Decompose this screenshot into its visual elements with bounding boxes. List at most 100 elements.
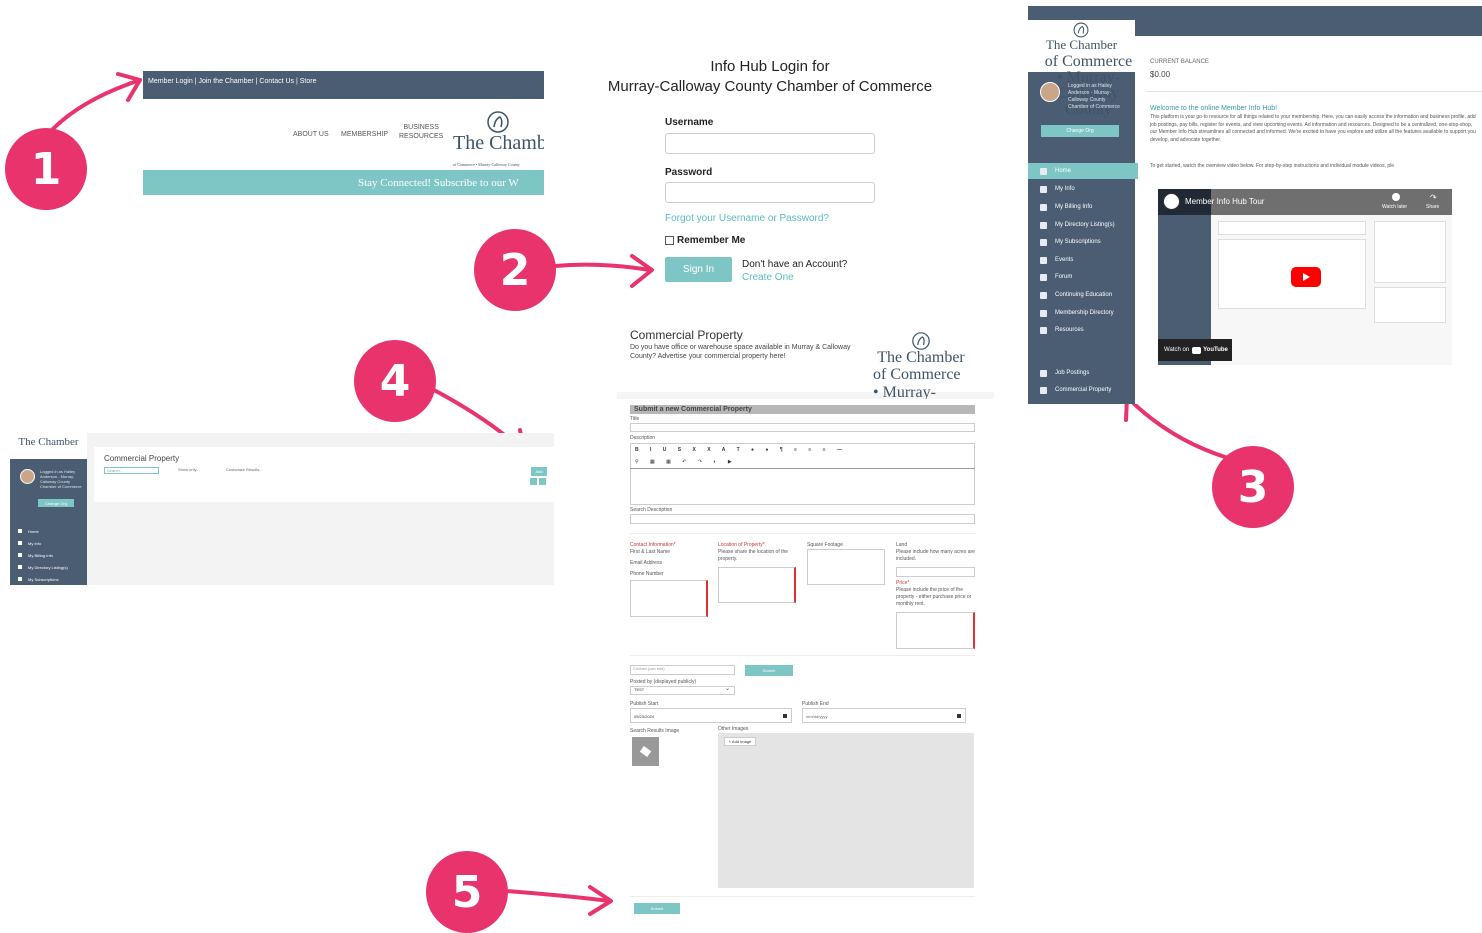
- hub-nav-my-info[interactable]: My Info: [1028, 181, 1135, 197]
- username-input[interactable]: [665, 133, 875, 154]
- youtube-logo-icon: [1192, 346, 1202, 354]
- hub-nav-events[interactable]: Events: [1028, 252, 1135, 268]
- user-icon: [1040, 185, 1047, 193]
- admin-change-org-button[interactable]: Change Org: [38, 499, 74, 507]
- customize-label: Customize Results...: [226, 467, 263, 472]
- clock-icon: [1392, 193, 1400, 201]
- comments-icon: [1040, 273, 1047, 281]
- hub-nav-membership-directory[interactable]: Membership Directory: [1028, 305, 1135, 321]
- divider: [630, 896, 975, 897]
- contact-info-textarea[interactable]: [630, 580, 708, 617]
- admin-nav-my-info[interactable]: My Info: [18, 541, 41, 546]
- square-footage-label: Square Footage: [807, 542, 843, 548]
- submit-button[interactable]: Submit: [634, 903, 680, 914]
- location-textarea[interactable]: [718, 567, 796, 603]
- hub-nav-subscriptions[interactable]: My Subscriptions: [1028, 234, 1135, 250]
- forgot-password-link[interactable]: Forgot your Username or Password?: [665, 213, 829, 224]
- watch-later-button[interactable]: Watch later: [1382, 204, 1407, 210]
- admin-nav-home[interactable]: Home: [18, 529, 39, 534]
- add-image-button[interactable]: + Add Image: [724, 737, 756, 746]
- hub-nav-resources[interactable]: Resources: [1028, 322, 1135, 338]
- hub-nav-label: My Directory Listing(s): [1055, 222, 1115, 228]
- publish-end-value: mm/dd/yyyy: [806, 714, 828, 719]
- password-input[interactable]: [665, 182, 875, 203]
- id-card-icon: [18, 565, 22, 569]
- hub-nav-home[interactable]: Home: [1028, 163, 1138, 179]
- step-1-badge: 1: [5, 128, 87, 210]
- envelope-icon: [1040, 238, 1047, 246]
- publish-end-input[interactable]: mm/dd/yyyy: [802, 708, 966, 723]
- form-intro: Do you have office or warehouse space av…: [630, 344, 851, 360]
- id-card-icon: [1040, 221, 1047, 229]
- land-input[interactable]: [896, 567, 975, 577]
- remember-checkbox[interactable]: [665, 236, 674, 245]
- posted-by-select[interactable]: TEST ⌄: [630, 686, 735, 695]
- contact-search-button[interactable]: Search: [745, 665, 793, 676]
- step-2-badge: 2: [474, 229, 556, 311]
- editor-toolbar[interactable]: B I U S X X A T ● ● ¶ ≡ ≡ ≡ —: [635, 447, 855, 453]
- password-label: Password: [665, 167, 713, 178]
- admin-nav-billing[interactable]: My Billing Info: [18, 553, 53, 558]
- create-account-link[interactable]: Create One: [742, 272, 794, 283]
- admin-logo: The Chamber: [10, 433, 87, 459]
- admin-sidebar: The Chamber Logged in as Hailey Anderson…: [10, 433, 87, 585]
- divider: [630, 655, 975, 656]
- member-info-hub: The Chamber of Commerce • Murray-Callowa…: [1028, 6, 1482, 404]
- main-nav: ABOUT US MEMBERSHIP BUSINESS RESOURCES T…: [143, 99, 544, 167]
- logo-text: The Chambe: [453, 132, 544, 154]
- hub-nav-directory[interactable]: My Directory Listing(s): [1028, 217, 1135, 233]
- no-account-text: Don't have an Account?: [742, 259, 848, 270]
- subscribe-banner[interactable]: Stay Connected! Subscribe to our W: [143, 170, 544, 195]
- certificate-icon: [1040, 291, 1047, 299]
- hub-nav-forum[interactable]: Forum: [1028, 269, 1135, 285]
- price-label: Price*: [896, 580, 910, 586]
- watch-on-youtube[interactable]: Watch on YouTube: [1158, 339, 1232, 361]
- users-icon: [1040, 309, 1047, 317]
- nav-membership[interactable]: MEMBERSHIP: [341, 131, 388, 138]
- change-org-button[interactable]: Change Org: [1041, 125, 1119, 137]
- briefcase-icon: [1040, 369, 1047, 377]
- hub-nav-billing[interactable]: My Billing Info: [1028, 199, 1135, 215]
- editor-toolbar-row2[interactable]: ⚲ ▦ ▦ ↶ ↷ ◐ ▶: [635, 459, 755, 465]
- price-textarea[interactable]: [896, 612, 975, 649]
- nav-about-us[interactable]: ABOUT US: [293, 131, 329, 138]
- show-only-select[interactable]: Show only...: [178, 467, 223, 474]
- nav-business-resources[interactable]: BUSINESS RESOURCES: [399, 123, 443, 141]
- hub-nav-job-postings[interactable]: Job Postings: [1028, 365, 1135, 381]
- contact-info-label: Contact Information*: [630, 542, 676, 548]
- chevron-down-icon: ⌄: [724, 686, 730, 692]
- member-login-links[interactable]: Member Login | Join the Chamber | Contac…: [148, 78, 316, 85]
- list-view-icon[interactable]: [539, 478, 546, 485]
- search-description-input[interactable]: [630, 514, 975, 524]
- admin-nav-directory[interactable]: My Directory Listing(s): [18, 565, 68, 570]
- search-image-placeholder[interactable]: [632, 737, 659, 766]
- hub-nav-continuing-education[interactable]: Continuing Education: [1028, 287, 1135, 303]
- contact-search-input[interactable]: Contact (can edit): [630, 665, 735, 675]
- hub-nav-commercial-property[interactable]: Commercial Property: [1028, 382, 1135, 398]
- step-3-badge: 3: [1212, 446, 1294, 528]
- channel-avatar-icon: [1163, 193, 1180, 210]
- title-label: Title: [630, 416, 640, 422]
- customize-results-select[interactable]: Customize Results...: [226, 467, 276, 474]
- search-description-label: Search Description: [630, 507, 673, 513]
- add-button[interactable]: Add: [531, 467, 547, 476]
- admin-search-input[interactable]: Search...: [104, 467, 159, 474]
- login-panel: Info Hub Login for Murray-Calloway Count…: [590, 57, 950, 297]
- commercial-property-form: Commercial Property Do you have office o…: [617, 318, 994, 918]
- remember-me[interactable]: Remember Me: [665, 235, 745, 246]
- grid-view-icon[interactable]: [530, 478, 537, 485]
- login-title-line2: Murray-Calloway County Chamber of Commer…: [607, 78, 933, 95]
- admin-nav-subscriptions[interactable]: My Subscriptions: [18, 577, 58, 582]
- thumb-events: [1374, 221, 1446, 283]
- play-button[interactable]: [1291, 267, 1321, 287]
- logo-subtitle: of Commerce • Murray-Calloway County: [453, 162, 520, 167]
- hub-logo-text: The Chamber: [1045, 37, 1118, 52]
- remember-label: Remember Me: [677, 235, 746, 246]
- sign-in-button[interactable]: Sign In: [665, 257, 732, 282]
- share-button[interactable]: Share: [1426, 204, 1439, 210]
- video-title[interactable]: Member Info Hub Tour: [1185, 197, 1264, 206]
- square-footage-textarea[interactable]: [807, 549, 885, 585]
- title-input[interactable]: [630, 423, 975, 432]
- video-player[interactable]: Member Info Hub Tour Watch later Share ↷…: [1158, 189, 1452, 365]
- publish-start-input[interactable]: 05/23/2024: [630, 708, 792, 723]
